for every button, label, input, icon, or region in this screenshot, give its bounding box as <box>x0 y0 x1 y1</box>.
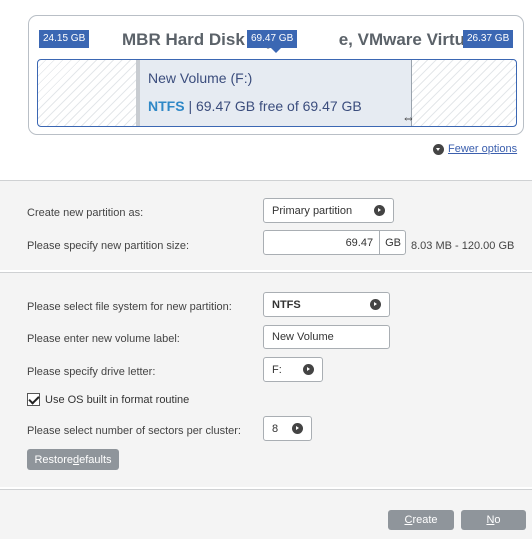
disk-map-area: MBR Hard Disk 3 (V e, VMware Virtual S 24… <box>0 0 532 164</box>
volume-name: New Volume (F:) <box>148 70 253 86</box>
volume-filesystem: NTFS <box>148 98 185 114</box>
drive-letter-label: Please specify drive letter: <box>27 366 156 378</box>
volume-label-input[interactable]: New Volume <box>263 325 390 349</box>
use-os-format-checkbox-row[interactable]: Use OS built in format routine <box>27 393 189 406</box>
disk-layout-strip: New Volume (F:) NTFS | 69.47 GB free of … <box>37 59 517 127</box>
filesystem-label: Please select file system for new partit… <box>27 301 232 313</box>
chevron-right-circle-icon <box>370 299 381 310</box>
partition-size-label: Please specify new partition size: <box>27 240 190 252</box>
create-button[interactable]: Create <box>388 510 454 530</box>
chevron-right-circle-icon <box>374 205 385 216</box>
drive-letter-dropdown[interactable]: F: <box>263 357 323 382</box>
disk-title: MBR Hard Disk 3 (V e, VMware Virtual S <box>122 30 496 49</box>
fewer-options-link[interactable]: Fewer options <box>433 143 517 155</box>
no-button[interactable]: No <box>461 510 526 530</box>
dialog-footer: Create No <box>0 489 532 539</box>
volume-label-label: Please enter new volume label: <box>27 333 180 345</box>
new-partition-block[interactable]: New Volume (F:) NTFS | 69.47 GB free of … <box>136 60 412 126</box>
size-unit-selector[interactable]: GB <box>379 231 401 254</box>
chevron-down-circle-icon <box>433 143 444 155</box>
volume-info: NTFS | 69.47 GB free of 69.47 GB <box>148 98 362 114</box>
use-os-format-checkbox[interactable] <box>27 393 40 406</box>
unallocated-after-size-tag: 26.37 GB <box>463 30 514 48</box>
chevron-right-circle-icon <box>292 423 303 434</box>
resize-handle-icon[interactable]: ⇔ <box>402 110 415 125</box>
partition-type-label: Create new partition as: <box>27 207 144 219</box>
restore-defaults-button[interactable]: Restore d efaults <box>27 449 119 470</box>
sectors-per-cluster-label: Please select number of sectors per clus… <box>27 425 241 437</box>
disk-card: MBR Hard Disk 3 (V e, VMware Virtual S 24… <box>28 15 524 135</box>
format-settings-section: Please select file system for new partit… <box>0 272 532 487</box>
chevron-right-circle-icon <box>303 364 314 375</box>
partition-type-dropdown[interactable]: Primary partition <box>263 198 394 223</box>
new-partition-size-tag: 69.47 GB <box>247 30 298 53</box>
sectors-per-cluster-dropdown[interactable]: 8 <box>263 416 312 441</box>
filesystem-dropdown[interactable]: NTFS <box>263 292 390 317</box>
partition-settings-section: Create new partition as: Primary partiti… <box>0 180 532 270</box>
partition-size-range: 8.03 MB - 120.00 GB <box>411 240 515 252</box>
volume-free-space: 69.47 GB free of 69.47 GB <box>195 98 362 114</box>
unallocated-space-before[interactable] <box>38 60 136 126</box>
unallocated-before-size-tag: 24.15 GB <box>39 30 90 48</box>
partition-size-input[interactable]: 69.47 GB <box>263 230 406 255</box>
